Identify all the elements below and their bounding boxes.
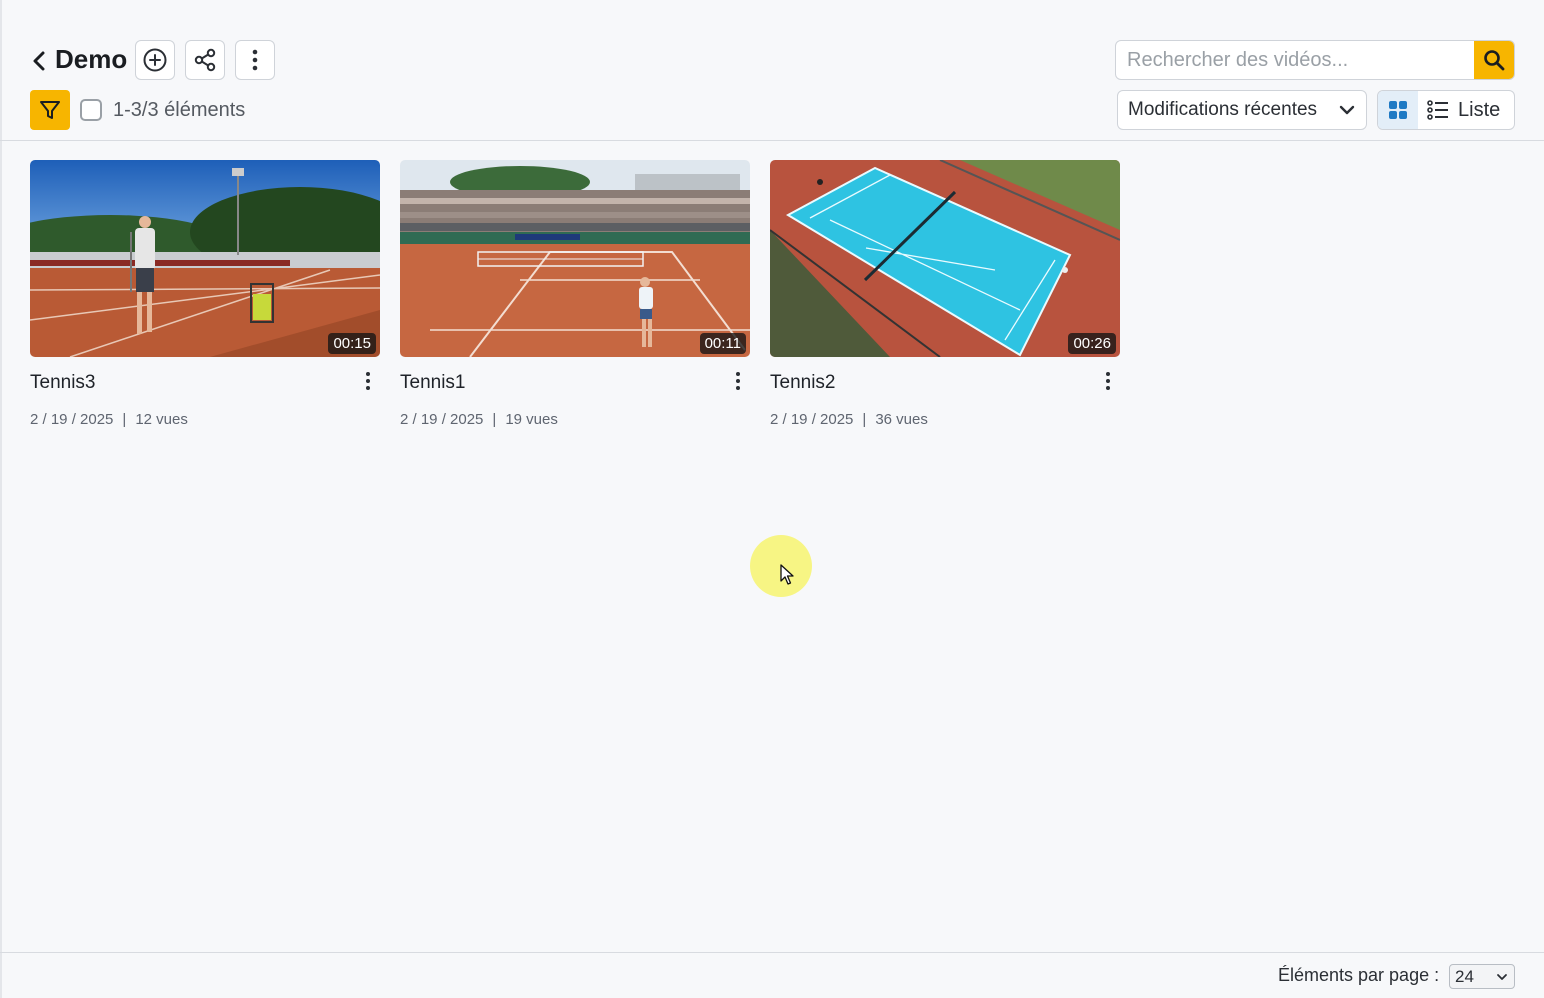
view-toggle: Liste	[1377, 90, 1515, 130]
filter-funnel-icon	[40, 101, 60, 119]
thumbnail-image	[400, 160, 750, 357]
video-menu-button[interactable]	[732, 370, 744, 392]
per-page-value: 24	[1455, 966, 1474, 986]
video-title[interactable]: Tennis3	[30, 372, 96, 394]
back-button[interactable]	[28, 48, 50, 74]
video-date: 2 / 19 / 2025	[400, 411, 484, 428]
video-duration: 00:11	[699, 333, 746, 354]
share-button[interactable]	[185, 40, 225, 80]
list-view-button[interactable]: Liste	[1418, 91, 1514, 129]
video-meta: 2 / 19 / 2025 | 19 vues	[400, 411, 558, 428]
chevron-down-icon	[1339, 105, 1355, 115]
search-bar	[1115, 40, 1515, 80]
sort-dropdown-label: Modifications récentes	[1128, 99, 1318, 120]
grid-icon	[1389, 101, 1407, 119]
chevron-down-icon	[1497, 974, 1507, 980]
header-divider	[0, 140, 1544, 141]
video-menu-button[interactable]	[1102, 370, 1114, 392]
video-views: 12 vues	[135, 411, 188, 428]
plus-circle-icon	[143, 48, 167, 72]
video-card: 00:26 Tennis2 2 / 19 / 2025 | 36 vues	[770, 160, 1120, 440]
page-title: Demo	[55, 44, 128, 74]
video-card: 00:11 Tennis1 2 / 19 / 2025 | 19 vues	[400, 160, 750, 440]
search-button[interactable]	[1474, 41, 1514, 79]
per-page-label: Éléments par page :	[1278, 965, 1440, 985]
thumbnail-image	[770, 160, 1120, 357]
video-duration: 00:15	[328, 333, 376, 354]
chevron-left-icon	[33, 51, 45, 71]
item-count-label: 1-3/3 éléments	[113, 99, 246, 121]
more-options-button[interactable]	[235, 40, 275, 80]
video-menu-button[interactable]	[362, 370, 374, 392]
sort-dropdown[interactable]: Modifications récentes	[1117, 90, 1367, 130]
video-title[interactable]: Tennis2	[770, 372, 836, 394]
list-icon	[1427, 100, 1448, 120]
video-date: 2 / 19 / 2025	[30, 411, 114, 428]
search-input[interactable]	[1116, 41, 1476, 79]
video-views: 36 vues	[875, 411, 928, 428]
video-thumbnail[interactable]: 00:11	[400, 160, 750, 357]
grid-view-button[interactable]	[1378, 91, 1418, 129]
video-duration: 00:26	[1068, 333, 1116, 354]
video-meta: 2 / 19 / 2025 | 12 vues	[30, 411, 188, 428]
kebab-menu-icon	[252, 49, 258, 71]
per-page-select[interactable]: 24	[1449, 964, 1515, 989]
add-video-button[interactable]	[135, 40, 175, 80]
search-icon	[1484, 50, 1505, 71]
video-title[interactable]: Tennis1	[400, 372, 466, 394]
video-card: 00:15 Tennis3 2 / 19 / 2025 | 12 vues	[30, 160, 380, 440]
select-all-checkbox[interactable]	[80, 99, 102, 121]
video-thumbnail[interactable]: 00:15	[30, 160, 380, 357]
video-thumbnail[interactable]: 00:26	[770, 160, 1120, 357]
video-date: 2 / 19 / 2025	[770, 411, 854, 428]
left-border	[0, 0, 2, 998]
list-view-label: Liste	[1458, 98, 1501, 121]
share-icon	[194, 48, 216, 72]
footer-divider	[0, 952, 1544, 953]
filter-button[interactable]	[30, 90, 70, 130]
video-meta: 2 / 19 / 2025 | 36 vues	[770, 411, 928, 428]
thumbnail-image	[30, 160, 380, 357]
video-views: 19 vues	[505, 411, 558, 428]
mouse-pointer-icon	[780, 564, 794, 585]
